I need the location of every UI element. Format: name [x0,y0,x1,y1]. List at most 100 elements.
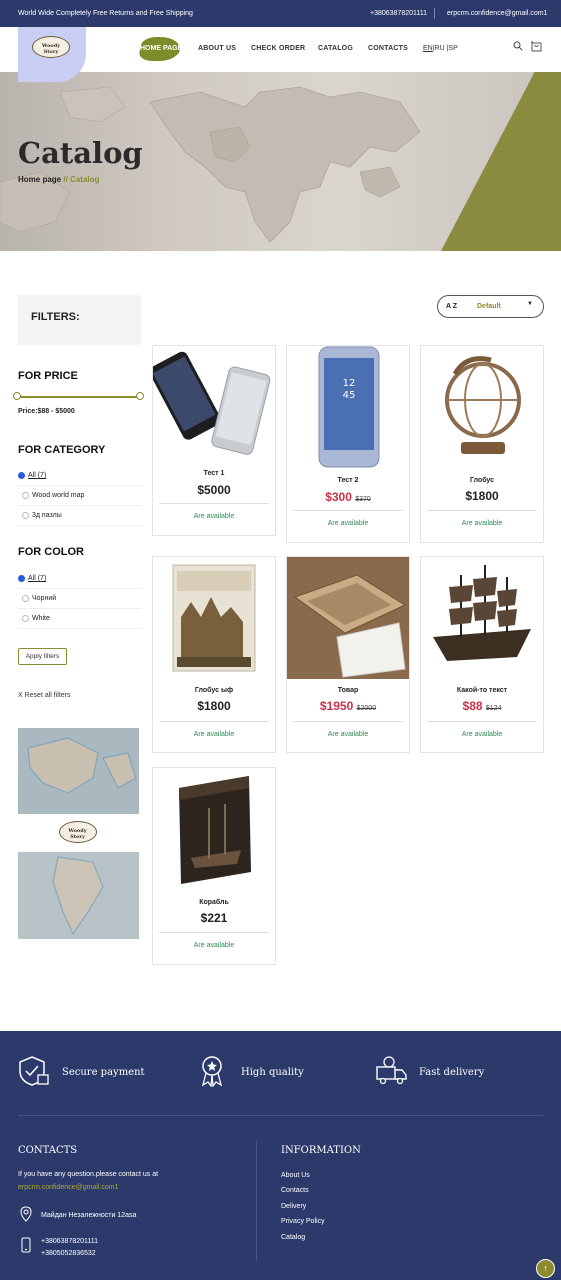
card-divider [427,721,537,722]
radio-icon [22,512,29,519]
nav-check-order[interactable]: CHECK ORDER [251,45,305,52]
footer-link-contacts[interactable]: Contacts [281,1187,309,1194]
card-divider [159,932,269,933]
footer-email-link[interactable]: erpcrm.confidence@gmail.com1 [18,1184,118,1191]
location-pin-icon [20,1206,32,1222]
catalog-hero: Catalog Home page // Catalog [0,72,561,251]
logo-text: Woody Story [41,43,61,55]
old-price: $124 [485,705,502,712]
product-card[interactable]: Какой-то текст $88 $124 Are available [420,556,544,753]
product-price: $221 [200,911,228,925]
sale-price: $1950 [319,699,354,713]
mobile-phone-icon [21,1237,31,1253]
footer-address: Майдан Незалежности 12asa [41,1212,137,1219]
product-name[interactable]: Корабль [153,899,275,906]
promo-banner[interactable]: Woody Story [18,728,139,939]
logo[interactable]: Woody Story [18,27,86,82]
promo-map-image [18,852,139,939]
price-slider-min-handle[interactable] [13,392,21,400]
price-slider-max-handle[interactable] [136,392,144,400]
feature-secure-payment: Secure payment [62,1067,145,1078]
feature-high-quality: High quality [241,1067,304,1078]
color-option-all[interactable]: All (7) [18,569,142,589]
category-option-label: All (7) [28,472,47,479]
product-card[interactable]: Тест 1 $5000 Are available [152,345,276,536]
product-name[interactable]: Глобус ыф [153,687,275,694]
product-image-wood-set [287,557,409,679]
product-price: $1800 [197,699,231,713]
radio-icon [18,575,25,582]
availability-status: Are available [327,731,369,738]
breadcrumb-separator: // [63,175,68,184]
language-switcher[interactable]: EN|RU |SP [423,45,458,52]
footer-contacts-text: If you have any question.please contact … [18,1171,159,1178]
radio-icon [22,595,29,602]
color-option-label: White [32,615,50,622]
product-name[interactable]: Товар [287,687,409,694]
product-name[interactable]: Глобус [421,477,543,484]
delivery-truck-icon [376,1056,407,1085]
footer-link-about[interactable]: About Us [281,1172,310,1179]
price-range-label: Price:$88 - $5000 [18,408,75,415]
color-option-white[interactable]: White [18,609,142,629]
product-image-hogwarts-box [172,564,256,672]
lang-en[interactable]: EN [423,45,433,52]
card-divider [159,503,269,504]
lang-others[interactable]: |RU |SP [433,45,458,52]
product-card[interactable]: 12 45 Тест 2 $300 $370 Are available [286,345,410,543]
breadcrumb-home[interactable]: Home page [18,175,61,184]
product-price: $300 $370 [287,490,409,504]
reset-filters-link[interactable]: X Reset all filters [18,692,71,699]
product-image-phones [153,351,271,455]
product-card[interactable]: Глобус ыф $1800 Are available [152,556,276,753]
sort-select[interactable]: A Z Default ▼ [437,295,544,318]
product-name[interactable]: Какой-то текст [421,687,543,694]
card-divider [427,510,537,511]
sort-value: Default [477,303,501,310]
nav-home[interactable]: HOME PAGE [140,45,182,52]
scroll-to-top-button[interactable]: ↑ [536,1259,555,1278]
promo-map-image [18,728,139,814]
breadcrumb-current: Catalog [70,175,100,184]
product-image-ship-box [179,776,251,884]
footer-information-title: INFORMATION [281,1145,361,1156]
svg-text:45: 45 [343,390,356,401]
color-option-label: All (7) [28,575,47,582]
arrow-up-icon: ↑ [543,1263,548,1273]
product-card[interactable]: Товар $1950 $2000 Are available [286,556,410,753]
product-price: $1800 [465,489,499,503]
footer-phone-2[interactable]: +3805052836532 [41,1250,96,1257]
footer-link-delivery[interactable]: Delivery [281,1203,306,1210]
availability-status: Are available [193,513,235,520]
product-name[interactable]: Тест 1 [153,470,275,477]
filters-title: FILTERS: [31,311,80,323]
promo-logo-text: Woody Story [68,828,87,840]
filters-header: FILTERS: [18,295,141,345]
cart-icon[interactable] [531,41,542,52]
footer-link-privacy[interactable]: Privacy Policy [281,1218,325,1225]
product-price: $1950 $2000 [287,699,409,713]
sale-price: $300 [325,490,352,504]
product-name[interactable]: Тест 2 [287,477,409,484]
nav-catalog[interactable]: CATALOG [318,45,353,52]
search-icon[interactable] [513,41,523,51]
top-email-link[interactable]: erpcrm.confidence@gmail.com1 [447,10,547,17]
apply-filters-button[interactable]: Apply filters [18,648,67,665]
product-card[interactable]: Глобус $1800 Are available [420,345,544,543]
category-option-3d-puzzles[interactable]: 3д пазлы [18,506,142,526]
category-option-wood-world-map[interactable]: Wood world map [18,486,142,506]
sale-price: $88 [462,699,483,713]
footer-phone-1[interactable]: +38063878201111 [41,1238,98,1245]
availability-status: Are available [193,731,235,738]
product-price: $5000 [197,483,231,497]
price-slider-track[interactable] [18,396,140,398]
nav-about[interactable]: ABOUT US [198,45,236,52]
product-card[interactable]: Корабль $221 Are available [152,767,276,965]
footer-link-catalog[interactable]: Catalog [281,1234,305,1241]
nav-contacts[interactable]: CONTACTS [368,45,408,52]
category-option-all[interactable]: All (7) [18,466,142,486]
breadcrumb: Home page // Catalog [18,175,99,184]
category-filter-title: FOR CATEGORY [18,444,106,456]
color-option-black[interactable]: Чорний [18,589,142,609]
top-phone-link[interactable]: +38063878201111 [370,10,427,17]
